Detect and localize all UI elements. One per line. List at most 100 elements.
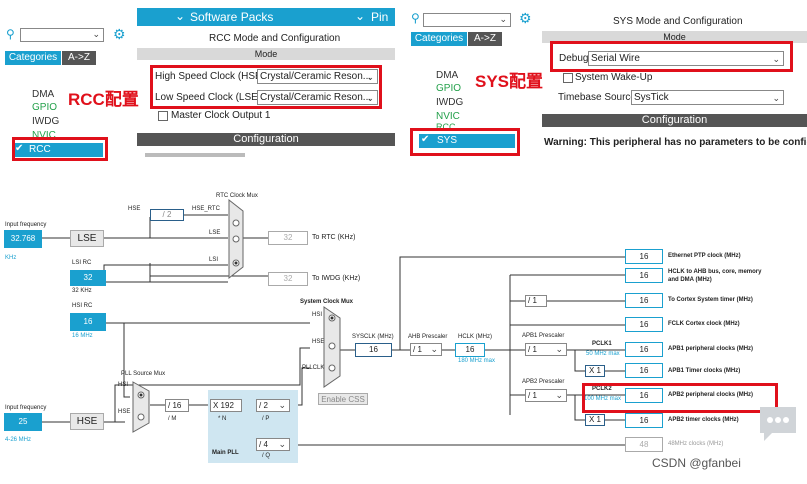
- lse-frequency-field[interactable]: 32.768: [4, 230, 42, 248]
- iwdg-output-field: 32: [268, 272, 308, 286]
- gear-icon[interactable]: ⚙: [113, 26, 126, 43]
- apb1-timer-multiplier-value: X 1: [588, 366, 601, 375]
- output-field: 16: [625, 293, 663, 308]
- rtc-hse-rtc-label: HSE_RTC: [192, 206, 220, 212]
- category-item-dma[interactable]: DMA: [436, 70, 458, 81]
- category-search-select[interactable]: ⌄: [20, 28, 104, 42]
- pclk1-max-label: 50 MHz max: [586, 351, 620, 357]
- software-packs-header[interactable]: ⌄ Software Packs ⌄ Pin: [137, 8, 395, 26]
- tab-a-z[interactable]: A->Z: [468, 32, 502, 46]
- chevron-down-icon: ⌄: [499, 14, 507, 24]
- lsi-unit-label: 32 KHz: [72, 288, 92, 294]
- chevron-down-icon: ⌄: [355, 9, 366, 23]
- tab-a-z[interactable]: A->Z: [62, 51, 96, 65]
- category-item-iwdg[interactable]: IWDG: [32, 116, 59, 127]
- pll-p-select[interactable]: / 2 ⌄: [256, 399, 290, 412]
- apb2-prescaler-select[interactable]: / 1 ⌄: [525, 389, 567, 402]
- iwdg-output-value: 32: [283, 274, 293, 283]
- ahb-prescaler-value: / 1: [413, 345, 422, 354]
- lse-input-frequency-label: Input frequency: [5, 222, 47, 228]
- sys-annotation: SYS配置: [475, 72, 544, 91]
- pll-m-select[interactable]: / 16: [165, 399, 189, 412]
- chevron-down-icon: ⌄: [92, 29, 100, 39]
- system-clock-mux[interactable]: [323, 306, 341, 388]
- configuration-header: Configuration: [542, 114, 807, 127]
- pll-q-select[interactable]: / 4 ⌄: [256, 438, 290, 451]
- sysclk-field: 16: [355, 343, 392, 357]
- timebase-select[interactable]: SysTick ⌄: [631, 90, 784, 105]
- output-field: 16: [625, 413, 663, 428]
- apb1-prescaler-label: APB1 Prescaler: [522, 333, 565, 339]
- pll-m-label: / M: [168, 416, 177, 422]
- chevron-down-icon: ⌄: [772, 93, 780, 103]
- timebase-label: Timebase Source: [558, 92, 636, 103]
- cortex-divider-select[interactable]: / 1: [525, 295, 547, 307]
- search-icon[interactable]: ⚲: [411, 11, 420, 25]
- pll-q-value: / 4: [259, 440, 268, 449]
- rcc-item-highlight-box: [12, 137, 108, 161]
- pll-p-label: / P: [262, 416, 270, 422]
- hsi-unit-label: 16 MHz: [72, 333, 93, 339]
- gear-icon[interactable]: ⚙: [519, 10, 532, 27]
- rtc-output-field: 32: [268, 231, 308, 245]
- rtc-output-label: To RTC (KHz): [312, 234, 356, 241]
- category-search-select[interactable]: ⌄: [423, 13, 511, 27]
- category-item-gpio[interactable]: GPIO: [32, 102, 57, 113]
- chevron-down-icon: ⌄: [555, 390, 563, 400]
- rtc-hse-divider[interactable]: / 2: [150, 209, 184, 221]
- hsi-value: 16: [83, 317, 93, 326]
- wakeup-label: System Wake-Up: [575, 72, 653, 83]
- hse-block-label: HSE: [76, 416, 98, 427]
- output-field: 16: [625, 268, 663, 283]
- chevron-down-icon: ⌄: [430, 344, 438, 354]
- pll-source-mux[interactable]: [132, 381, 150, 433]
- warning-text: Warning: This peripheral has no paramete…: [544, 137, 807, 148]
- category-item-iwdg[interactable]: IWDG: [436, 97, 463, 108]
- apb1-timer-multiplier: X 1: [585, 365, 605, 377]
- output-label: Ethernet PTP clock (MHz): [668, 253, 741, 259]
- rtc-lsi-label: LSI: [209, 257, 219, 263]
- lsi-rc-label: LSI RC: [72, 260, 92, 266]
- timebase-select-value: SysTick: [634, 92, 669, 103]
- hsi-rc-label: HSI RC: [72, 303, 93, 309]
- configuration-header: Configuration: [137, 133, 395, 146]
- tab-categories[interactable]: Categories: [5, 51, 61, 65]
- apb2-prescaler-label: APB2 Prescaler: [522, 379, 565, 385]
- rtc-clock-mux[interactable]: [228, 199, 244, 279]
- pll-n-select[interactable]: X 192: [210, 399, 242, 412]
- system-clock-mux-label: System Clock Mux: [300, 299, 354, 305]
- output-value: 16: [639, 252, 649, 261]
- lse-block: LSE: [70, 230, 104, 247]
- sysclk-value: 16: [369, 345, 378, 354]
- hclk-max-label: 180 MHz max: [458, 358, 496, 364]
- hse-frequency-value: 25: [18, 417, 28, 426]
- hse-frequency-field[interactable]: 25: [4, 413, 42, 431]
- rcc-annotation: RCC配置: [68, 90, 139, 109]
- main-pll-label: Main PLL: [212, 450, 239, 456]
- hse-input-frequency-label: Input frequency: [5, 405, 47, 411]
- ahb-prescaler-select[interactable]: / 1 ⌄: [410, 343, 442, 356]
- chat-bubble-icon: [760, 407, 796, 441]
- output-label: FCLK Cortex clock (MHz): [668, 321, 740, 327]
- wakeup-checkbox[interactable]: [563, 73, 573, 83]
- apb1-prescaler-select[interactable]: / 1 ⌄: [525, 343, 567, 356]
- tab-categories[interactable]: Categories: [411, 32, 467, 46]
- output-field: 16: [625, 342, 663, 357]
- pinout-label: Pin: [371, 10, 389, 24]
- apb2-timer-multiplier: X 1: [585, 414, 605, 426]
- output-field: 48: [625, 437, 663, 452]
- apb2-timer-multiplier-value: X 1: [588, 415, 601, 424]
- clock-tree: Input frequency 32.768 KHz LSE LSI RC 32…: [0, 185, 807, 484]
- category-item-nvic[interactable]: NVIC: [436, 111, 460, 122]
- mco-checkbox[interactable]: [158, 111, 168, 121]
- chevron-down-icon: ⌄: [175, 9, 186, 23]
- search-icon[interactable]: ⚲: [6, 27, 15, 41]
- category-item-gpio[interactable]: GPIO: [436, 83, 461, 94]
- category-item-dma[interactable]: DMA: [32, 89, 54, 100]
- hclk-field[interactable]: 16: [455, 343, 485, 357]
- cortex-divider-value: / 1: [528, 296, 537, 305]
- watermark: CSDN @gfanbei: [652, 456, 741, 470]
- sys-panel-title: SYS Mode and Configuration: [613, 16, 743, 27]
- enable-css-button[interactable]: Enable CSS: [318, 393, 368, 405]
- config-scrollbar[interactable]: [145, 153, 245, 157]
